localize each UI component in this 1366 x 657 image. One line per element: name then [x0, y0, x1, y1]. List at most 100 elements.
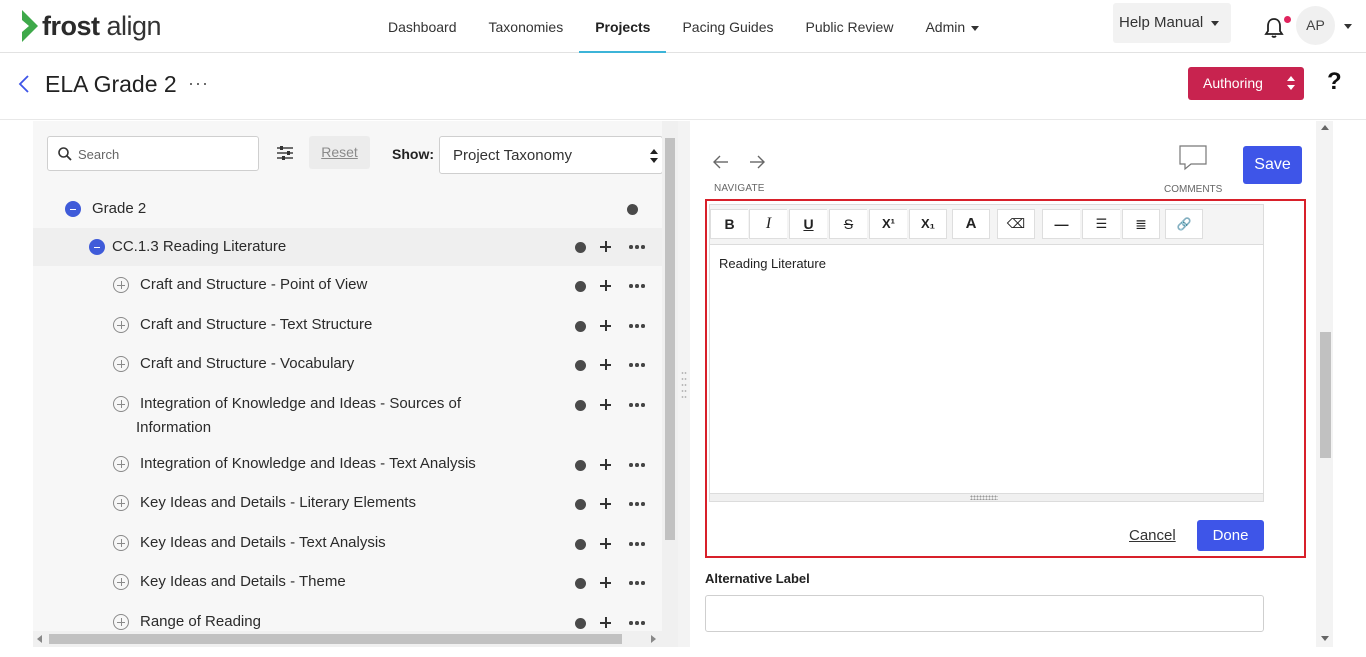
add-child-icon[interactable] — [600, 399, 611, 410]
help-icon[interactable]: ? — [1327, 68, 1342, 96]
add-child-icon[interactable] — [600, 241, 611, 252]
add-child-icon[interactable] — [600, 280, 611, 291]
tree-node[interactable]: Key Ideas and Details - Theme — [33, 570, 662, 594]
avatar[interactable]: AP — [1296, 6, 1335, 45]
add-child-icon[interactable] — [600, 577, 611, 588]
tree-scroll-thumb[interactable] — [665, 138, 675, 540]
alternative-label-input[interactable] — [705, 595, 1264, 632]
nav-pacing-guides[interactable]: Pacing Guides — [666, 0, 789, 53]
nav-dashboard[interactable]: Dashboard — [372, 0, 473, 53]
font-color-button[interactable]: A — [952, 209, 990, 239]
nav-admin[interactable]: Admin — [909, 0, 995, 53]
more-options-icon[interactable] — [629, 245, 645, 249]
expand-icon[interactable] — [113, 277, 129, 293]
detail-scroll-thumb[interactable] — [1320, 332, 1331, 458]
superscript-button[interactable]: X¹ — [869, 209, 907, 239]
status-dot-icon — [575, 618, 586, 629]
done-button[interactable]: Done — [1197, 520, 1264, 551]
resize-grip-icon[interactable] — [970, 495, 998, 500]
frost-align-logo[interactable]: frost align — [20, 10, 162, 42]
expand-icon[interactable] — [113, 396, 129, 412]
add-child-icon[interactable] — [600, 459, 611, 470]
more-options-icon[interactable] — [629, 363, 645, 367]
add-child-icon[interactable] — [600, 538, 611, 549]
chevron-down-icon[interactable] — [1344, 24, 1352, 29]
status-dot-icon — [575, 460, 586, 471]
page-header: ELA Grade 2 ··· Authoring ? — [0, 54, 1366, 120]
arrow-right-icon[interactable] — [750, 155, 765, 169]
tree-node[interactable]: Craft and Structure - Vocabulary — [33, 352, 662, 376]
link-button[interactable]: 🔗 — [1165, 209, 1203, 239]
search-input[interactable] — [78, 144, 248, 164]
logo-text-bold: frost — [42, 10, 100, 41]
reset-button[interactable]: Reset — [309, 136, 370, 169]
main-nav: Dashboard Taxonomies Projects Pacing Gui… — [372, 0, 995, 53]
tree-node-grade-2[interactable]: Grade 2 — [33, 197, 662, 221]
scroll-left-icon[interactable] — [37, 635, 42, 643]
back-chevron-icon[interactable] — [18, 74, 30, 94]
nav-projects[interactable]: Projects — [579, 0, 667, 53]
status-dot-icon — [575, 360, 586, 371]
more-options-icon[interactable] — [629, 502, 645, 506]
tree-node[interactable]: Integration of Knowledge and Ideas - Tex… — [33, 452, 662, 476]
more-options-icon[interactable] — [629, 542, 645, 546]
more-options-icon[interactable] — [629, 581, 645, 585]
search-field[interactable] — [47, 136, 259, 171]
add-child-icon[interactable] — [600, 359, 611, 370]
scroll-down-icon[interactable] — [1321, 636, 1329, 641]
italic-button[interactable]: I — [749, 209, 787, 239]
more-options-icon[interactable] — [629, 324, 645, 328]
more-options-icon[interactable] — [629, 621, 645, 625]
editor-content[interactable]: Reading Literature — [719, 256, 826, 271]
logo-chevron-icon — [22, 10, 38, 42]
collapse-icon[interactable] — [89, 239, 105, 255]
tree-node-reading-literature[interactable]: CC.1.3 Reading Literature — [33, 228, 662, 266]
expand-icon[interactable] — [113, 574, 129, 590]
tree-node[interactable]: Key Ideas and Details - Literary Element… — [33, 491, 662, 515]
filter-sliders-icon[interactable] — [277, 146, 293, 160]
chevron-down-icon — [971, 25, 980, 31]
underline-button[interactable]: U — [789, 209, 827, 239]
expand-icon[interactable] — [113, 614, 129, 630]
add-child-icon[interactable] — [600, 320, 611, 331]
more-options-icon[interactable] — [629, 284, 645, 288]
add-child-icon[interactable] — [600, 617, 611, 628]
drag-handle-icon[interactable] — [681, 370, 687, 400]
more-options-icon[interactable] — [629, 463, 645, 467]
show-select[interactable]: Project Taxonomy — [439, 136, 662, 174]
nav-taxonomies[interactable]: Taxonomies — [473, 0, 580, 53]
save-button[interactable]: Save — [1243, 146, 1302, 184]
tree-node[interactable]: Integration of Knowledge and Ideas - Sou… — [33, 392, 662, 440]
arrow-left-icon[interactable] — [713, 155, 728, 169]
collapse-icon[interactable] — [65, 201, 81, 217]
mode-select[interactable]: Authoring — [1188, 67, 1304, 100]
numbered-list-button[interactable]: ≣ — [1122, 209, 1160, 239]
tree-node[interactable]: Craft and Structure - Text Structure — [33, 313, 662, 337]
strikethrough-button[interactable]: S — [829, 209, 867, 239]
cancel-button[interactable]: Cancel — [1129, 527, 1176, 544]
help-manual-dropdown[interactable]: Help Manual — [1113, 3, 1231, 43]
rich-text-editor[interactable] — [709, 244, 1264, 494]
more-options-icon[interactable] — [629, 403, 645, 407]
expand-icon[interactable] — [113, 317, 129, 333]
tree-node[interactable]: Key Ideas and Details - Text Analysis — [33, 531, 662, 555]
more-options-icon[interactable]: ··· — [188, 73, 209, 94]
notification-badge — [1284, 16, 1291, 23]
expand-icon[interactable] — [113, 356, 129, 372]
tree-hscroll-thumb[interactable] — [49, 634, 622, 644]
comment-icon[interactable] — [1179, 145, 1207, 171]
bold-button[interactable]: B — [710, 209, 748, 239]
add-child-icon[interactable] — [600, 498, 611, 509]
bullet-list-button[interactable]: ☰ — [1082, 209, 1120, 239]
scroll-up-icon[interactable] — [1321, 125, 1329, 130]
bell-icon[interactable] — [1264, 17, 1284, 39]
expand-icon[interactable] — [113, 456, 129, 472]
expand-icon[interactable] — [113, 495, 129, 511]
subscript-button[interactable]: X₁ — [909, 209, 947, 239]
nav-public-review[interactable]: Public Review — [790, 0, 910, 53]
horizontal-rule-button[interactable]: — — [1042, 209, 1080, 239]
tree-node[interactable]: Craft and Structure - Point of View — [33, 273, 662, 297]
expand-icon[interactable] — [113, 535, 129, 551]
clear-format-button[interactable]: ⌫ — [997, 209, 1035, 239]
scroll-right-icon[interactable] — [651, 635, 656, 643]
